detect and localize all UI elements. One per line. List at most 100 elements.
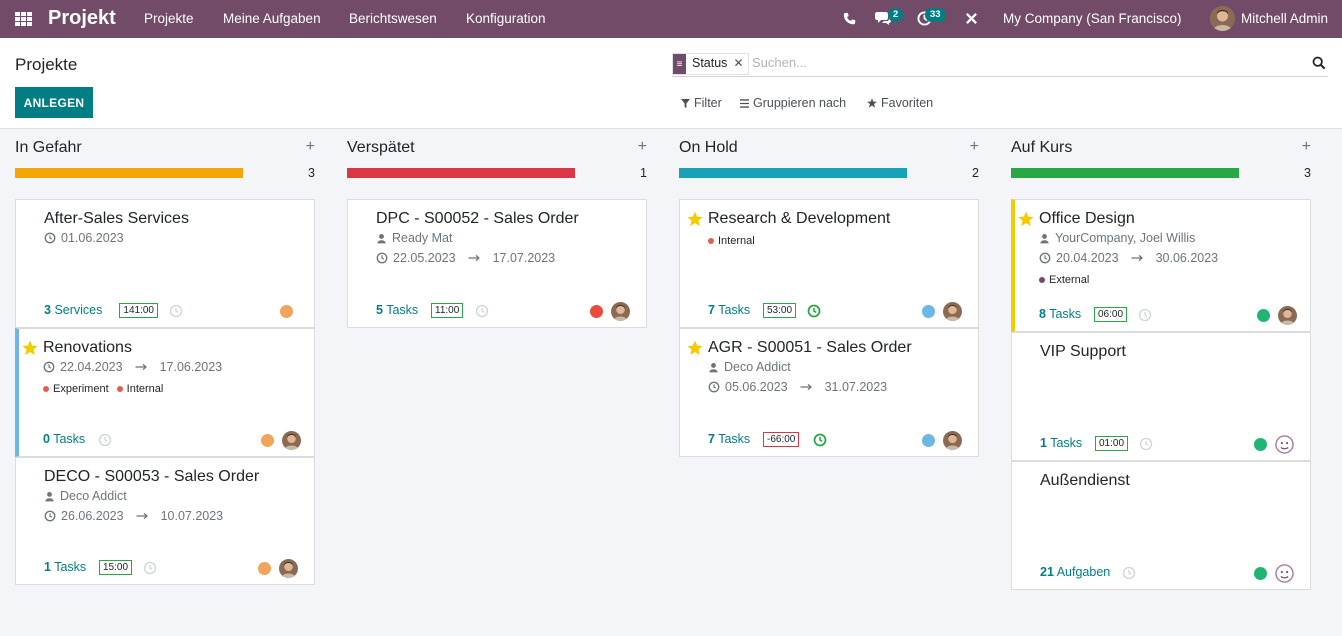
apps-grid-icon[interactable] bbox=[15, 12, 32, 26]
activity-clock-icon[interactable] bbox=[813, 433, 827, 447]
activity-clock-icon[interactable] bbox=[1122, 566, 1136, 580]
status-dot[interactable] bbox=[922, 305, 935, 318]
company-switcher[interactable]: My Company (San Francisco) bbox=[1003, 11, 1182, 26]
column-progress-bar[interactable] bbox=[347, 168, 575, 178]
activity-clock-icon[interactable] bbox=[98, 433, 112, 447]
column-title[interactable]: Auf Kurs bbox=[1011, 139, 1072, 157]
column-progress-bar[interactable] bbox=[1011, 168, 1239, 178]
card-title[interactable]: DPC - S00052 - Sales Order bbox=[376, 210, 579, 228]
column-count: 3 bbox=[308, 166, 315, 180]
task-count-link[interactable]: 8 Tasks bbox=[1039, 307, 1081, 321]
task-count-link[interactable]: 5 Tasks bbox=[376, 303, 418, 317]
user-menu[interactable]: Mitchell Admin bbox=[1241, 11, 1328, 26]
menu-meine-aufgaben[interactable]: Meine Aufgaben bbox=[223, 11, 321, 26]
task-count-link[interactable]: 0 Tasks bbox=[43, 432, 85, 446]
project-card[interactable]: DPC - S00052 - Sales Order Ready Mat 22.05… bbox=[347, 199, 647, 328]
activity-clock-icon[interactable] bbox=[143, 561, 157, 575]
facet-remove-icon[interactable]: ✕ bbox=[733, 54, 748, 74]
card-title[interactable]: VIP Support bbox=[1040, 343, 1126, 361]
status-dot[interactable] bbox=[1254, 567, 1267, 580]
task-count-link[interactable]: 7 Tasks bbox=[708, 303, 750, 317]
task-count-link[interactable]: 1 Tasks bbox=[1040, 436, 1082, 450]
project-card[interactable]: Office Design YourCompany, Joel Willis 20.… bbox=[1011, 199, 1311, 332]
task-count-label: Tasks bbox=[1049, 307, 1082, 321]
status-dot[interactable] bbox=[1254, 438, 1267, 451]
card-title[interactable]: After-Sales Services bbox=[44, 210, 189, 228]
status-dot[interactable] bbox=[258, 562, 271, 575]
favorite-star-icon[interactable] bbox=[22, 340, 38, 356]
card-title[interactable]: Renovations bbox=[43, 339, 132, 357]
favorite-star-icon[interactable] bbox=[687, 340, 703, 356]
bot-avatar[interactable] bbox=[1275, 435, 1294, 454]
card-title[interactable]: DECO - S00053 - Sales Order bbox=[44, 468, 259, 486]
project-card[interactable]: VIP Support 1 Tasks 01:00 bbox=[1011, 332, 1311, 461]
menu-konfiguration[interactable]: Konfiguration bbox=[466, 11, 546, 26]
user-avatar[interactable] bbox=[279, 559, 298, 578]
status-dot[interactable] bbox=[1257, 309, 1270, 322]
card-title[interactable]: AGR - S00051 - Sales Order bbox=[708, 339, 912, 357]
activity-clock-icon[interactable] bbox=[475, 304, 489, 318]
tag-label: Internal bbox=[126, 383, 164, 395]
column-title[interactable]: Verspätet bbox=[347, 139, 415, 157]
card-title[interactable]: Office Design bbox=[1039, 210, 1135, 228]
activity-clock-icon[interactable] bbox=[169, 304, 183, 318]
status-dot[interactable] bbox=[590, 305, 603, 318]
groupby-button[interactable]: Gruppieren nach bbox=[740, 96, 846, 110]
task-count-link[interactable]: 21 Aufgaben bbox=[1040, 565, 1110, 579]
add-card-icon[interactable]: + bbox=[1302, 138, 1311, 156]
debug-tools-icon[interactable] bbox=[965, 12, 978, 25]
card-title[interactable]: Außendienst bbox=[1040, 472, 1130, 490]
user-avatar[interactable] bbox=[1210, 6, 1235, 31]
activity-clock-icon[interactable] bbox=[807, 304, 821, 318]
task-count: 5 bbox=[376, 303, 383, 317]
status-dot[interactable] bbox=[280, 305, 293, 318]
status-dot[interactable] bbox=[261, 434, 274, 447]
tag-color-dot bbox=[708, 238, 714, 244]
add-card-icon[interactable]: + bbox=[638, 138, 647, 156]
task-count-link[interactable]: 1 Tasks bbox=[44, 560, 86, 574]
card-dates: 22.05.2023 17.07.2023 bbox=[376, 251, 555, 265]
menu-projekte[interactable]: Projekte bbox=[144, 11, 194, 26]
date-end: 17.06.2023 bbox=[159, 360, 223, 374]
user-avatar[interactable] bbox=[1278, 306, 1297, 325]
favorite-star-icon[interactable] bbox=[687, 211, 703, 227]
project-card[interactable]: Außendienst 21 Aufgaben bbox=[1011, 461, 1311, 590]
search-icon[interactable] bbox=[1312, 56, 1326, 70]
menu-berichtswesen[interactable]: Berichtswesen bbox=[349, 11, 437, 26]
activity-clock-icon[interactable] bbox=[1138, 308, 1152, 322]
task-count-link[interactable]: 7 Tasks bbox=[708, 432, 750, 446]
user-avatar[interactable] bbox=[611, 302, 630, 321]
project-card[interactable]: DECO - S00053 - Sales Order Deco Addict 26… bbox=[15, 457, 315, 585]
column-progress-bar[interactable] bbox=[679, 168, 907, 178]
filter-button[interactable]: Filter bbox=[681, 96, 722, 110]
card-tags: External bbox=[1039, 274, 1089, 286]
bot-avatar[interactable] bbox=[1275, 564, 1294, 583]
app-brand[interactable]: Projekt bbox=[48, 7, 116, 30]
status-dot[interactable] bbox=[922, 434, 935, 447]
search-input[interactable] bbox=[752, 55, 1292, 70]
column-title[interactable]: In Gefahr bbox=[15, 139, 82, 157]
card-title[interactable]: Research & Development bbox=[708, 210, 890, 228]
project-card[interactable]: AGR - S00051 - Sales Order Deco Addict 05.… bbox=[679, 328, 979, 457]
customer-name: Deco Addict bbox=[60, 489, 127, 503]
add-card-icon[interactable]: + bbox=[306, 138, 315, 156]
column-progress-bar[interactable] bbox=[15, 168, 243, 178]
clock-icon bbox=[1039, 252, 1051, 264]
star-icon bbox=[867, 98, 877, 108]
user-avatar[interactable] bbox=[943, 302, 962, 321]
task-count-link[interactable]: 3 Services bbox=[44, 303, 102, 317]
status-filter-facet[interactable]: ≡ Status ✕ bbox=[672, 53, 749, 75]
favorites-button[interactable]: Favoriten bbox=[867, 96, 933, 110]
project-card[interactable]: Renovations 22.04.2023 17.06.2023 Experimen… bbox=[15, 328, 315, 457]
create-button[interactable]: ANLEGEN bbox=[15, 87, 93, 118]
favorite-star-icon[interactable] bbox=[1018, 211, 1034, 227]
add-card-icon[interactable]: + bbox=[970, 138, 979, 156]
column-title[interactable]: On Hold bbox=[679, 139, 738, 157]
user-avatar[interactable] bbox=[282, 431, 301, 450]
project-card[interactable]: Research & Development Internal 7 Tasks 53:… bbox=[679, 199, 979, 328]
phone-icon[interactable] bbox=[843, 12, 856, 25]
tag: External bbox=[1039, 274, 1089, 286]
project-card[interactable]: After-Sales Services 01.06.2023 3 Services… bbox=[15, 199, 315, 328]
user-avatar[interactable] bbox=[943, 431, 962, 450]
activity-clock-icon[interactable] bbox=[1139, 437, 1153, 451]
